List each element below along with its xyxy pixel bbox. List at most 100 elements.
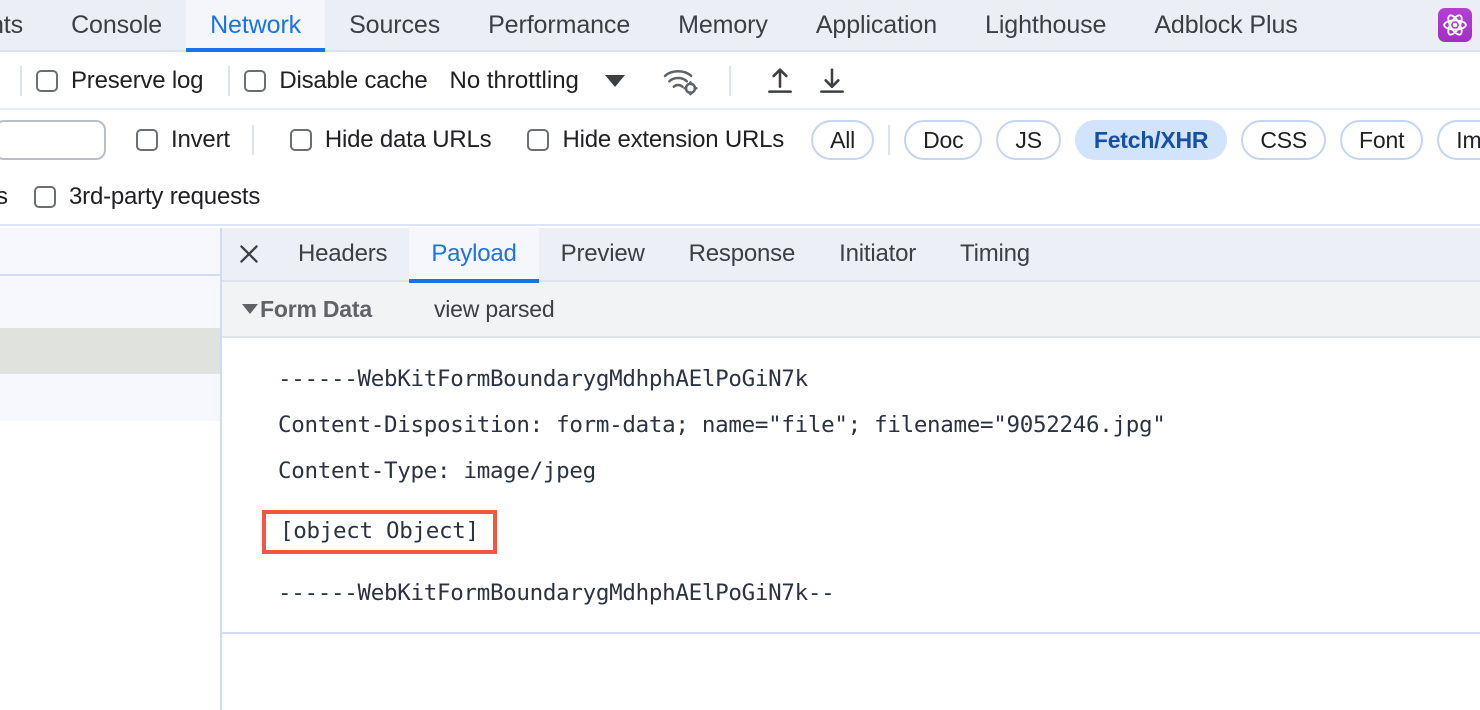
third-party-requests-label: 3rd-party requests	[69, 183, 261, 210]
pill-label: Doc	[923, 126, 964, 153]
clipped-label: s	[0, 183, 8, 210]
wifi-gear-icon[interactable]	[661, 65, 701, 97]
request-detail-panel: Headers Payload Preview Response Initiat…	[222, 227, 1480, 710]
payload-line: Content-Disposition: form-data; name="fi…	[278, 412, 1166, 438]
tab-label: Lighthouse	[985, 10, 1107, 39]
tab-headers[interactable]: Headers	[276, 227, 409, 281]
checkbox-box[interactable]	[36, 70, 58, 92]
tab-preview[interactable]: Preview	[539, 227, 667, 281]
tab-label: Memory	[678, 10, 768, 39]
tab-payload[interactable]: Payload	[409, 227, 540, 283]
tab-memory[interactable]: Memory	[654, 0, 792, 50]
filter-pill-fetch-xhr[interactable]: Fetch/XHR	[1074, 120, 1228, 160]
network-toolbar: Preserve log Disable cache No throttling	[0, 54, 1480, 110]
pill-label: JS	[1015, 126, 1042, 153]
hide-extension-urls-label: Hide extension URLs	[562, 126, 785, 153]
tab-label: Initiator	[839, 240, 917, 267]
pill-label: All	[830, 126, 856, 153]
tab-label: Performance	[488, 10, 631, 39]
tab-label: Adblock Plus	[1154, 10, 1298, 39]
detail-tabbar: Headers Payload Preview Response Initiat…	[222, 227, 1480, 283]
form-data-section-header[interactable]: Form Data view parsed	[222, 282, 1480, 338]
pill-label: Img	[1456, 126, 1480, 153]
tabbar-spacer	[1322, 0, 1438, 50]
download-arrow-icon[interactable]	[815, 64, 849, 98]
payload-footer	[222, 634, 1480, 710]
toolbar-separator	[228, 66, 231, 96]
tab-network[interactable]: Network	[186, 0, 326, 52]
upload-arrow-icon[interactable]	[763, 64, 797, 98]
filter-input[interactable]	[0, 120, 106, 160]
highlighted-payload-value: [object Object]	[262, 509, 497, 555]
filter-pill-doc[interactable]: Doc	[904, 120, 983, 160]
filter-pill-img[interactable]: Img	[1437, 120, 1480, 160]
tab-label: Payload	[431, 240, 517, 267]
hide-data-urls-label: Hide data URLs	[324, 126, 492, 153]
pill-label: CSS	[1260, 126, 1308, 153]
resource-type-filters: All Doc JS Fetch/XHR CSS Font Img	[811, 120, 1480, 160]
checkbox-box[interactable]	[136, 129, 158, 151]
invert-label: Invert	[171, 126, 230, 153]
checkbox-box[interactable]	[34, 186, 56, 208]
tab-label: Network	[210, 10, 302, 39]
view-parsed-link[interactable]: view parsed	[434, 296, 555, 323]
tab-response[interactable]: Response	[667, 227, 817, 281]
tab-initiator[interactable]: Initiator	[817, 227, 938, 281]
third-party-filter-bar: s 3rd-party requests	[0, 170, 1480, 226]
tab-label: Console	[71, 10, 163, 39]
request-list[interactable]	[0, 228, 220, 710]
disable-cache-checkbox[interactable]: Disable cache	[244, 67, 428, 95]
tab-timing[interactable]: Timing	[938, 227, 1052, 281]
atom-icon[interactable]	[1438, 8, 1472, 42]
checkbox-box[interactable]	[527, 129, 550, 151]
checkbox-box[interactable]	[244, 70, 267, 92]
toolbar-separator	[251, 125, 254, 155]
third-party-requests-checkbox[interactable]: 3rd-party requests	[34, 183, 260, 211]
toolbar-separator	[888, 125, 891, 155]
tab-application[interactable]: Application	[792, 0, 961, 50]
table-row-selected[interactable]	[0, 328, 220, 374]
toolbar-separator	[728, 66, 731, 96]
devtools-window: nts Console Network Sources Performance …	[0, 0, 1480, 710]
table-row[interactable]	[0, 276, 220, 328]
tab-sources[interactable]: Sources	[325, 0, 464, 50]
invert-checkbox[interactable]: Invert	[136, 126, 230, 154]
payload-highlight-row: [object Object]	[222, 494, 1480, 570]
tab-console[interactable]: Console	[47, 0, 186, 50]
payload-line: ------WebKitFormBoundarygMdhphAElPoGiN7k	[278, 366, 808, 392]
tab-label: Timing	[960, 240, 1030, 267]
filter-pill-js[interactable]: JS	[996, 120, 1061, 160]
network-filter-bar: Invert Hide data URLs Hide extension URL…	[0, 112, 1480, 168]
form-data-title: Form Data	[260, 295, 372, 322]
tab-lighthouse[interactable]: Lighthouse	[961, 0, 1130, 50]
tab-performance[interactable]: Performance	[464, 0, 654, 50]
toolbar-separator	[20, 66, 22, 96]
filter-pill-font[interactable]: Font	[1340, 120, 1424, 160]
tab-label: Application	[815, 10, 938, 39]
filter-pill-all[interactable]: All	[811, 120, 875, 160]
preserve-log-label: Preserve log	[71, 67, 204, 94]
filter-pill-css[interactable]: CSS	[1241, 120, 1327, 160]
preserve-log-checkbox[interactable]: Preserve log	[36, 67, 204, 95]
tab-label: nts	[0, 10, 24, 39]
devtools-tabbar: nts Console Network Sources Performance …	[0, 0, 1480, 52]
hide-extension-urls-checkbox[interactable]: Hide extension URLs	[527, 126, 784, 154]
checkbox-box[interactable]	[289, 129, 312, 151]
payload-content: ------WebKitFormBoundarygMdhphAElPoGiN7k…	[222, 338, 1480, 634]
disable-cache-label: Disable cache	[279, 67, 428, 94]
throttling-select[interactable]: No throttling	[450, 67, 579, 95]
payload-line-closing-boundary: ------WebKitFormBoundarygMdhphAElPoGiN7k…	[278, 580, 835, 606]
tab-label: Preview	[560, 240, 645, 267]
hide-data-urls-checkbox[interactable]: Hide data URLs	[289, 126, 492, 154]
tab-adblock-plus[interactable]: Adblock Plus	[1130, 0, 1321, 50]
close-icon[interactable]	[222, 227, 276, 281]
request-list-header	[0, 228, 220, 276]
pill-label: Font	[1359, 126, 1405, 153]
tab-elements[interactable]: nts	[0, 0, 47, 50]
triangle-down-icon[interactable]	[242, 304, 258, 314]
table-row[interactable]	[0, 374, 220, 421]
tab-label: Headers	[298, 240, 388, 267]
tab-label: Response	[688, 240, 796, 267]
chevron-down-icon[interactable]	[604, 75, 625, 87]
tab-label: Sources	[349, 10, 441, 39]
